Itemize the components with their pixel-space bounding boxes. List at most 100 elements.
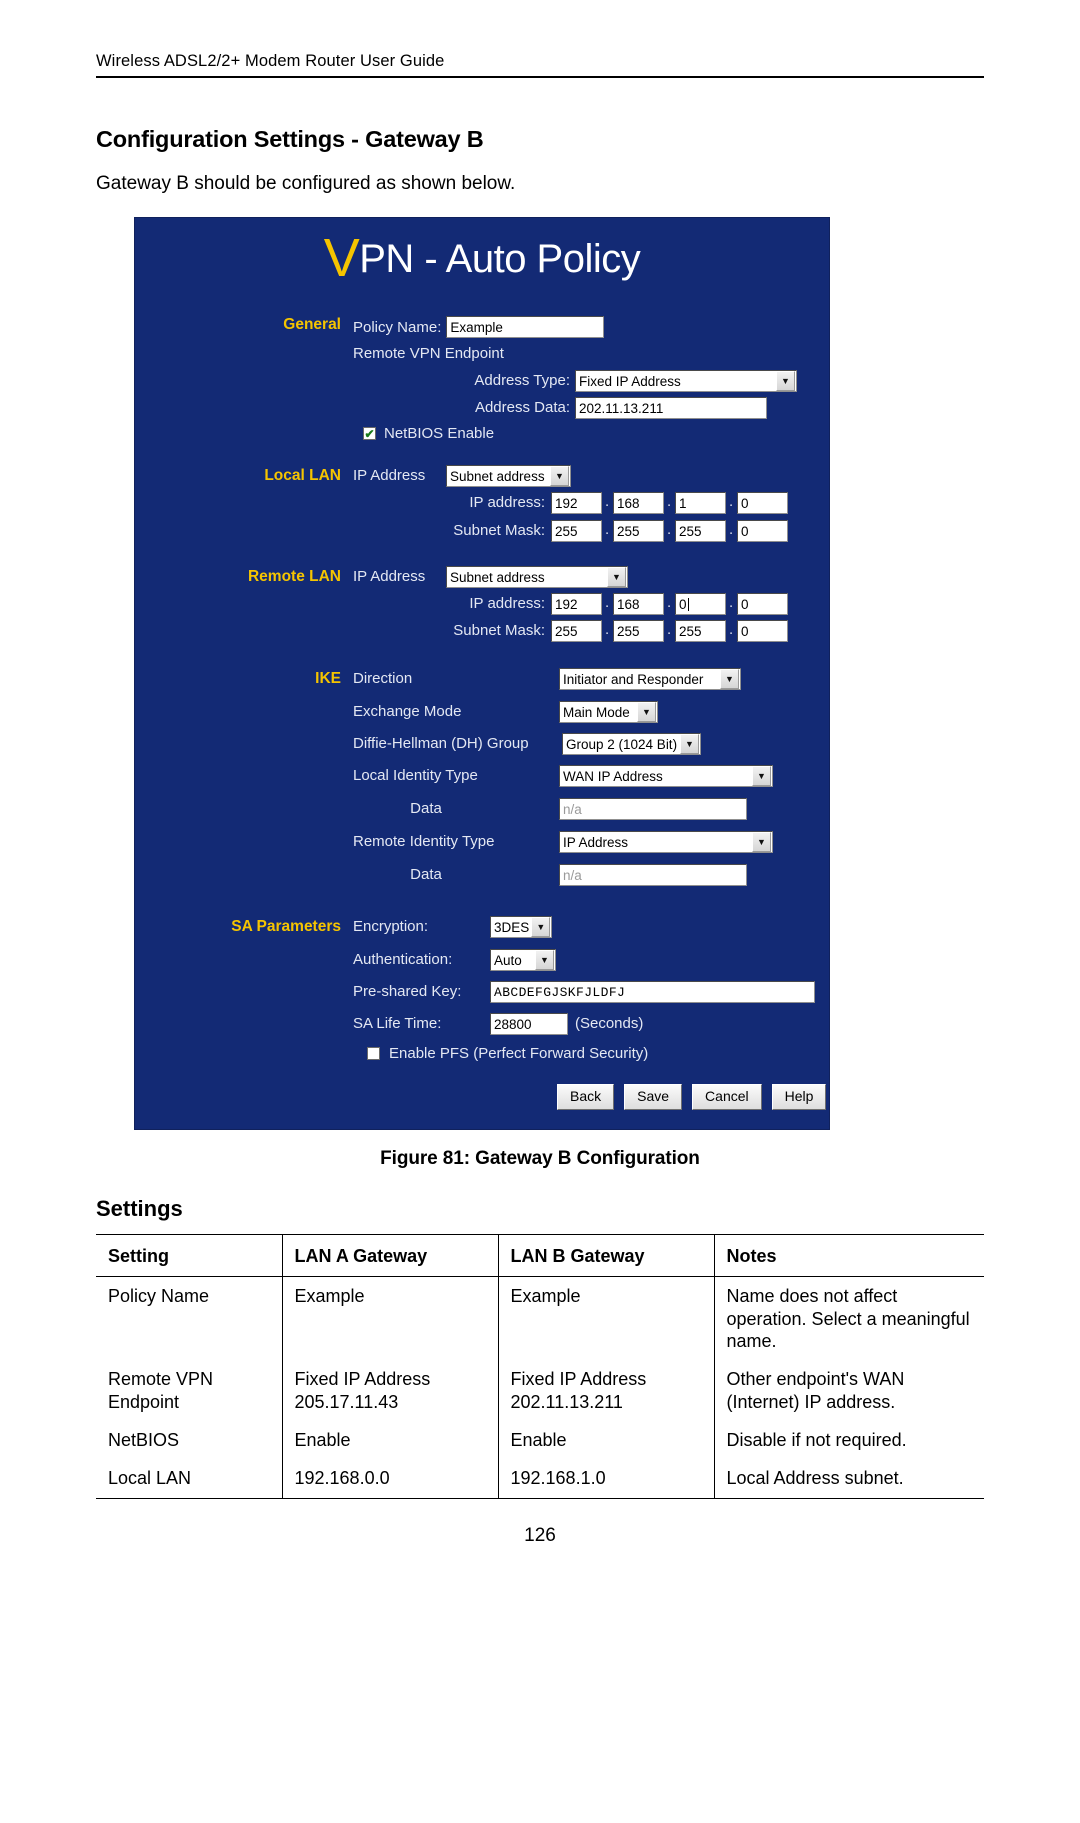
local-lan-mask-octet-1[interactable]: 255 bbox=[551, 520, 602, 542]
header-divider bbox=[96, 76, 984, 78]
sa-life-time-input[interactable]: 28800 bbox=[490, 1013, 568, 1035]
screenshot-title: VPN - Auto Policy bbox=[135, 218, 829, 285]
ike-dh-group-select[interactable]: Group 2 (1024 Bit) ▼ bbox=[562, 733, 701, 755]
ike-direction-value: Initiator and Responder bbox=[563, 671, 704, 687]
remote-lan-address-type-select[interactable]: Subnet address ▼ bbox=[446, 566, 628, 588]
pfs-row[interactable]: Enable PFS (Perfect Forward Security) bbox=[367, 1045, 648, 1062]
group-label-remote-lan: Remote LAN bbox=[247, 568, 341, 585]
ike-local-identity-type-value: WAN IP Address bbox=[563, 768, 663, 784]
chevron-down-icon: ▼ bbox=[720, 669, 739, 689]
cancel-button[interactable]: Cancel bbox=[692, 1084, 762, 1110]
ike-remote-identity-type-select[interactable]: IP Address ▼ bbox=[559, 831, 773, 853]
address-type-select[interactable]: Fixed IP Address ▼ bbox=[575, 370, 797, 392]
local-lan-ip-octet-1[interactable]: 192 bbox=[551, 492, 602, 514]
sa-preshared-key-input[interactable]: ABCDEFGJSKFJLDFJ bbox=[490, 981, 815, 1003]
ip-dot: . bbox=[605, 493, 610, 510]
ip-dot: . bbox=[667, 521, 672, 538]
ip-dot: . bbox=[729, 621, 734, 638]
cell-lan-a: Fixed IP Address 205.17.11.43 bbox=[281, 1360, 498, 1421]
ip-dot: . bbox=[729, 493, 734, 510]
local-lan-mask-octet-4[interactable]: 0 bbox=[737, 520, 788, 542]
sa-authentication-select[interactable]: Auto ▼ bbox=[490, 949, 556, 971]
ike-remote-identity-type-value: IP Address bbox=[563, 834, 629, 850]
remote-lan-mask-octet-3[interactable]: 255 bbox=[675, 620, 726, 642]
remote-lan-mask-row-label: Subnet Mask: bbox=[453, 622, 545, 639]
help-button[interactable]: Help bbox=[771, 1084, 827, 1110]
intro-paragraph: Gateway B should be configured as shown … bbox=[96, 173, 516, 194]
remote-lan-mask-octet-4[interactable]: 0 bbox=[737, 620, 788, 642]
sa-life-time-units: (Seconds) bbox=[575, 1015, 644, 1032]
chevron-down-icon: ▼ bbox=[637, 702, 656, 722]
cell-notes: Name does not affect operation. Select a… bbox=[713, 1276, 984, 1361]
ip-dot: . bbox=[729, 521, 734, 538]
local-lan-ip-row-label: IP address: bbox=[469, 494, 545, 511]
sa-authentication-value: Auto bbox=[494, 952, 522, 968]
sa-life-time-label: SA Life Time: bbox=[353, 1015, 442, 1032]
save-button[interactable]: Save bbox=[624, 1084, 683, 1110]
document-page: Wireless ADSL2/2+ Modem Router User Guid… bbox=[0, 0, 1080, 1823]
local-lan-address-type-select[interactable]: Subnet address ▼ bbox=[446, 465, 571, 487]
remote-lan-mask-octet-2[interactable]: 255 bbox=[613, 620, 664, 642]
netbios-enable-row[interactable]: ✔ NetBIOS Enable bbox=[363, 425, 494, 442]
ike-exchange-mode-value: Main Mode bbox=[563, 704, 630, 720]
policy-name-input[interactable]: Example bbox=[446, 316, 605, 338]
netbios-checkbox[interactable]: ✔ bbox=[363, 427, 376, 440]
local-lan-ip-octet-2[interactable]: 168 bbox=[613, 492, 664, 514]
ike-local-identity-data-input[interactable]: n/a bbox=[559, 798, 747, 820]
address-type-value: Fixed IP Address bbox=[579, 373, 681, 389]
page-title: Configuration Settings - Gateway B bbox=[96, 126, 484, 152]
sa-encryption-select[interactable]: 3DES ▼ bbox=[490, 916, 552, 938]
chevron-down-icon: ▼ bbox=[776, 371, 795, 391]
ike-local-identity-data-label: Data bbox=[410, 800, 442, 817]
remote-lan-ip-octet-3-value: 0 bbox=[679, 597, 687, 612]
remote-lan-ip-octet-4[interactable]: 0 bbox=[737, 593, 788, 615]
table-row: Policy Name Example Example Name does no… bbox=[96, 1276, 984, 1361]
ip-dot: . bbox=[605, 594, 610, 611]
chevron-down-icon: ▼ bbox=[531, 917, 551, 937]
pfs-checkbox[interactable] bbox=[367, 1047, 380, 1060]
back-button[interactable]: Back bbox=[557, 1084, 615, 1110]
ip-dot: . bbox=[605, 621, 610, 638]
group-label-sa-parameters: SA Parameters bbox=[231, 918, 341, 935]
local-lan-ip-octet-3[interactable]: 1 bbox=[675, 492, 726, 514]
local-lan-ip-octet-4[interactable]: 0 bbox=[737, 492, 788, 514]
ip-dot: . bbox=[667, 594, 672, 611]
cell-setting: Remote VPN Endpoint bbox=[108, 1369, 214, 1412]
local-lan-mask-octet-2[interactable]: 255 bbox=[613, 520, 664, 542]
remote-lan-ip-octet-3[interactable]: 0 bbox=[675, 593, 726, 615]
pfs-label: Enable PFS (Perfect Forward Security) bbox=[389, 1045, 649, 1062]
address-data-input[interactable]: 202.11.13.211 bbox=[575, 397, 767, 419]
remote-lan-ip-octet-2[interactable]: 168 bbox=[613, 593, 664, 615]
ike-exchange-mode-label: Exchange Mode bbox=[353, 703, 462, 720]
local-lan-ip-address-label: IP Address bbox=[353, 467, 426, 484]
chevron-down-icon: ▼ bbox=[752, 832, 771, 852]
ike-dh-group-value: Group 2 (1024 Bit) bbox=[566, 736, 678, 752]
ike-exchange-mode-select[interactable]: Main Mode ▼ bbox=[559, 701, 658, 723]
remote-lan-address-type-value: Subnet address bbox=[450, 569, 545, 585]
column-header-lan-a: LAN A Gateway bbox=[281, 1233, 498, 1278]
policy-name-row: Policy Name: Example bbox=[353, 316, 605, 338]
text-caret bbox=[687, 598, 689, 611]
ike-direction-select[interactable]: Initiator and Responder ▼ bbox=[559, 668, 741, 690]
remote-lan-ip-octet-1[interactable]: 192 bbox=[551, 593, 602, 615]
running-header: Wireless ADSL2/2+ Modem Router User Guid… bbox=[96, 52, 445, 70]
local-lan-mask-row-label: Subnet Mask: bbox=[453, 522, 545, 539]
ike-local-identity-type-select[interactable]: WAN IP Address ▼ bbox=[559, 765, 773, 787]
local-lan-address-type-value: Subnet address bbox=[450, 468, 545, 484]
group-label-general: General bbox=[283, 316, 341, 333]
ike-local-identity-type-label: Local Identity Type bbox=[353, 767, 478, 784]
page-number: 126 bbox=[524, 1524, 556, 1546]
table-row: Remote VPN Endpoint Fixed IP Address 205… bbox=[96, 1360, 984, 1421]
local-lan-mask-octet-3[interactable]: 255 bbox=[675, 520, 726, 542]
sa-encryption-label: Encryption: bbox=[353, 918, 429, 935]
table-header-row: Setting LAN A Gateway LAN B Gateway Note… bbox=[96, 1233, 984, 1278]
ike-remote-identity-data-input[interactable]: n/a bbox=[559, 864, 747, 886]
remote-lan-mask-octet-1[interactable]: 255 bbox=[551, 620, 602, 642]
cell-lan-b: Enable bbox=[497, 1420, 714, 1460]
chevron-down-icon: ▼ bbox=[550, 466, 569, 486]
sa-authentication-label: Authentication: bbox=[353, 951, 453, 968]
policy-name-label: Policy Name: bbox=[353, 318, 442, 336]
screenshot-title-rest: PN - Auto Policy bbox=[359, 237, 641, 281]
cell-setting: NetBIOS bbox=[108, 1429, 180, 1450]
ike-dh-group-label: Diffie-Hellman (DH) Group bbox=[353, 735, 529, 752]
